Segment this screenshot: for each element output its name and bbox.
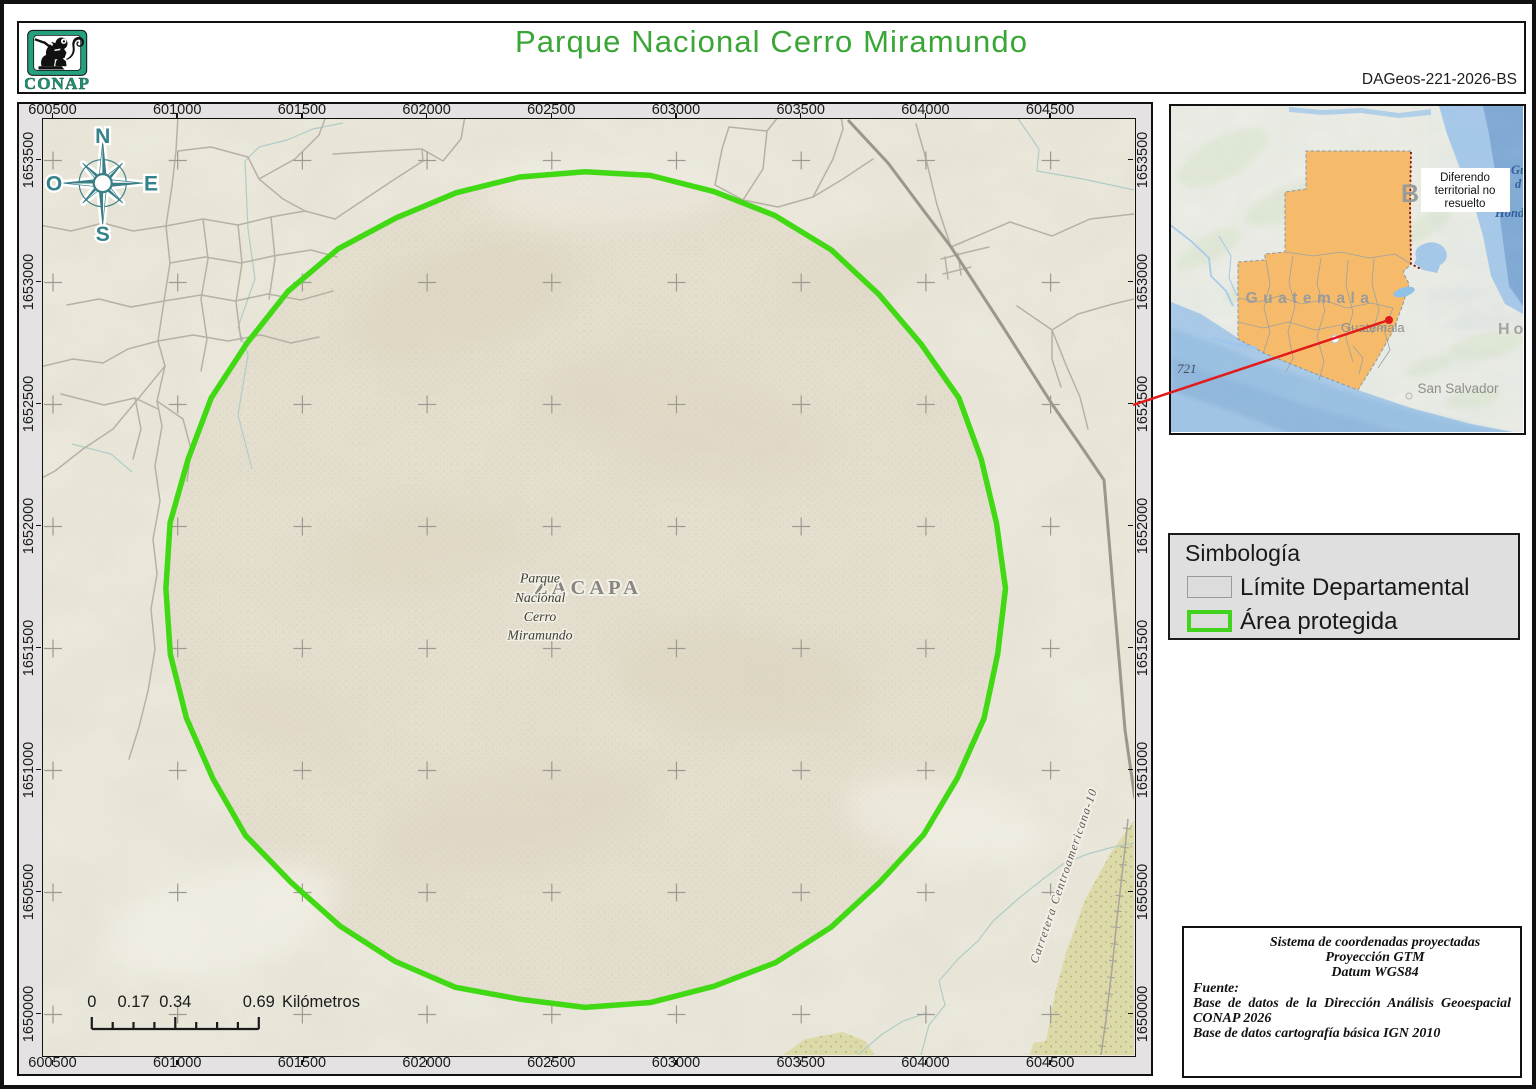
- svg-text:Diferendo: Diferendo: [1440, 172, 1490, 184]
- svg-text:S: S: [95, 223, 109, 246]
- svg-text:resuelto: resuelto: [1445, 198, 1486, 210]
- svg-text:d: d: [1515, 177, 1522, 191]
- svg-text:Ho: Ho: [1498, 321, 1523, 338]
- svg-text:Kilómetros: Kilómetros: [282, 993, 360, 1011]
- svg-text:0.34: 0.34: [159, 993, 191, 1011]
- svg-text:Guatemala: Guatemala: [1341, 320, 1405, 335]
- svg-text:721: 721: [1177, 361, 1197, 376]
- svg-text:Nacional: Nacional: [513, 590, 565, 605]
- svg-text:Guatemala: Guatemala: [1246, 290, 1375, 307]
- svg-text:0: 0: [87, 993, 96, 1011]
- svg-text:B: B: [1401, 180, 1419, 208]
- svg-text:CONAP: CONAP: [25, 74, 90, 93]
- svg-text:Gu: Gu: [1511, 163, 1523, 177]
- svg-text:territorial no: territorial no: [1435, 185, 1496, 197]
- svg-text:E: E: [143, 173, 157, 196]
- svg-text:Miramundo: Miramundo: [506, 628, 572, 643]
- svg-text:San Salvador: San Salvador: [1417, 381, 1499, 396]
- svg-text:Cerro: Cerro: [523, 609, 556, 624]
- svg-text:O: O: [45, 173, 61, 196]
- svg-text:0.17: 0.17: [117, 993, 149, 1011]
- svg-text:N: N: [95, 125, 110, 148]
- svg-text:0.69: 0.69: [242, 993, 274, 1011]
- svg-text:Parque: Parque: [518, 571, 559, 586]
